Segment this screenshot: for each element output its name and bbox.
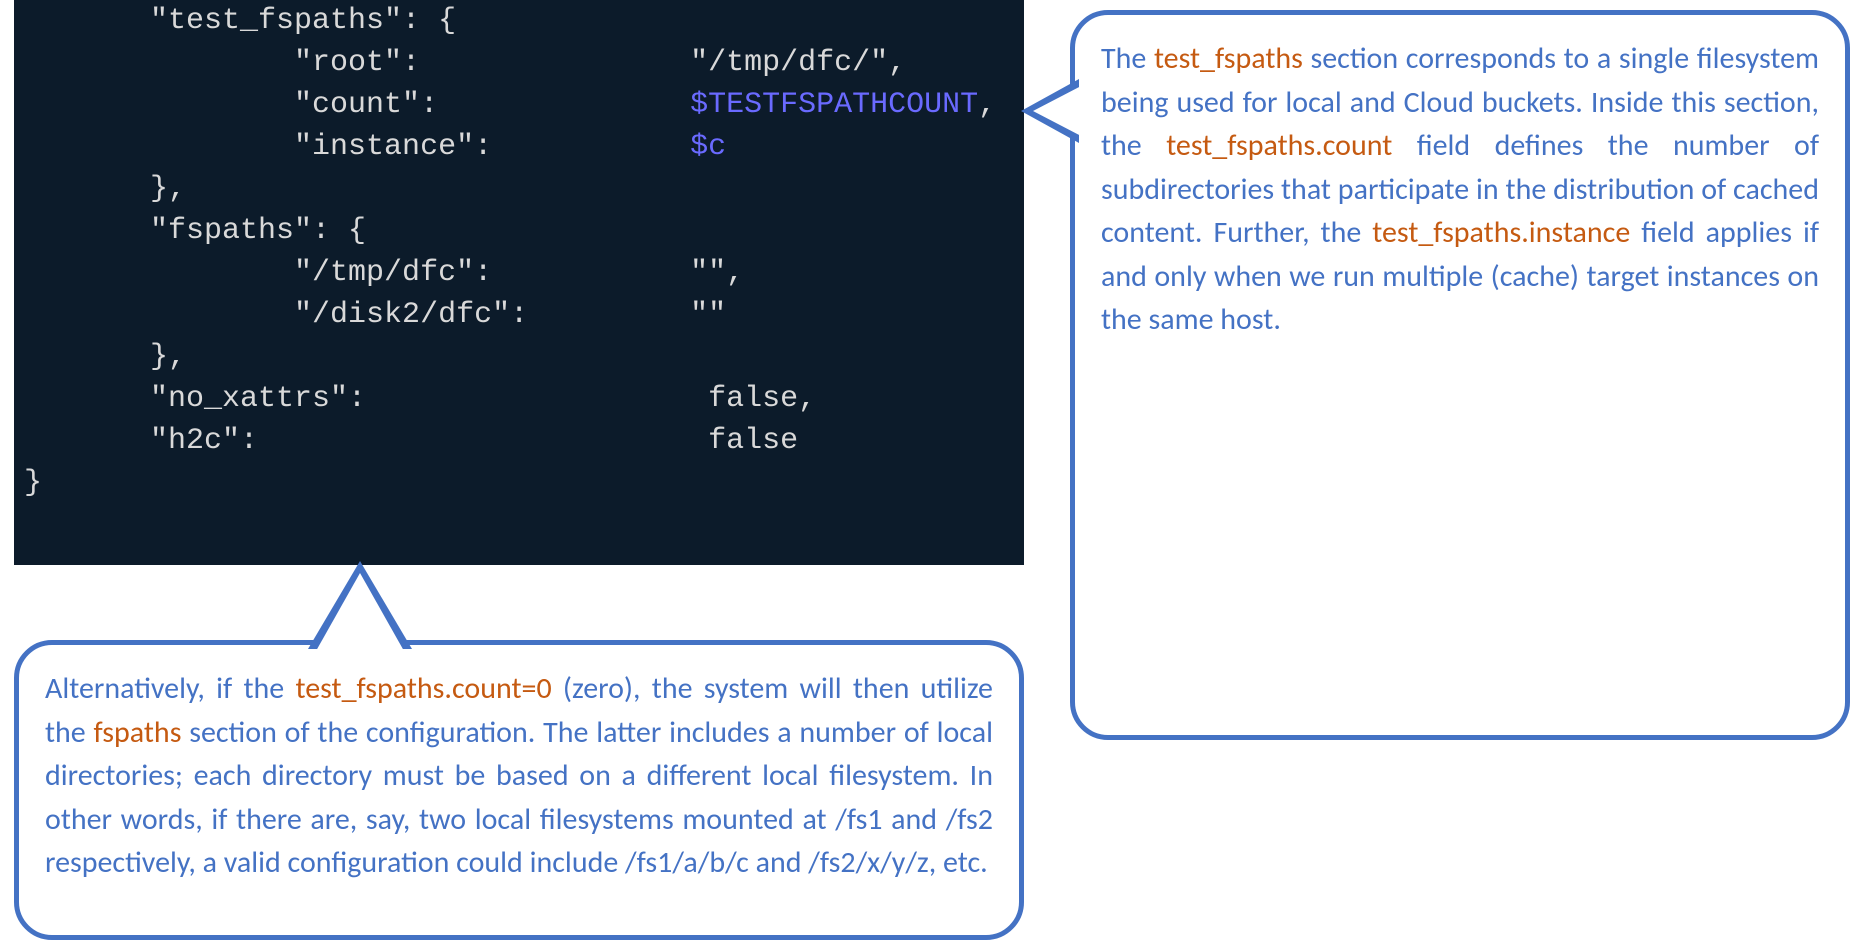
highlight-test-fspaths: test_fspaths bbox=[1154, 40, 1303, 77]
callout-text: The test_fspaths section corresponds to … bbox=[1101, 37, 1819, 342]
code-key-noxattrs: "no_xattrs": bbox=[24, 382, 366, 416]
highlight-test-fspaths-instance: test_fspaths.instance bbox=[1372, 214, 1630, 251]
highlight-fspaths: fspaths bbox=[94, 714, 182, 751]
callout-test-fspaths: The test_fspaths section corresponds to … bbox=[1070, 10, 1850, 740]
txt: The bbox=[1101, 40, 1154, 77]
code-var-c: $c bbox=[690, 130, 726, 164]
config-code-block: "test_fspaths": { "root": "/tmp/dfc/", "… bbox=[14, 0, 1024, 565]
code-key-instance: "instance": bbox=[24, 130, 492, 164]
code-key-count: "count": bbox=[24, 88, 438, 122]
code-line: } bbox=[24, 466, 42, 500]
code-line: }, bbox=[24, 172, 186, 206]
code-line: }, bbox=[24, 340, 186, 374]
txt: section of the configuration. The latter… bbox=[45, 714, 993, 882]
txt: Alternatively, if the bbox=[45, 670, 295, 707]
code-val-false2: false bbox=[708, 424, 798, 458]
highlight-count-zero: test_fspaths.count=0 bbox=[295, 670, 551, 707]
code-line: "fspaths": { bbox=[24, 214, 366, 248]
callout-fspaths: Alternatively, if the test_fspaths.count… bbox=[14, 640, 1024, 940]
highlight-test-fspaths-count: test_fspaths.count bbox=[1166, 127, 1392, 164]
code-val-false1: false, bbox=[708, 382, 816, 416]
code-key-disk2dfc: "/disk2/dfc": bbox=[24, 298, 528, 332]
code-key-tmpdfc: "/tmp/dfc": bbox=[24, 256, 492, 290]
code-val-root: "/tmp/dfc/", bbox=[690, 46, 906, 80]
code-var-testfspathcount: $TESTFSPATHCOUNT bbox=[690, 88, 978, 122]
code-val-empty2: "" bbox=[690, 298, 726, 332]
code-key-h2c: "h2c": bbox=[24, 424, 258, 458]
code-comma: , bbox=[978, 88, 996, 122]
code-line: "test_fspaths": { bbox=[24, 4, 456, 38]
code-key-root: "root": bbox=[24, 46, 420, 80]
document-canvas: "test_fspaths": { "root": "/tmp/dfc/", "… bbox=[0, 0, 1873, 949]
callout-text: Alternatively, if the test_fspaths.count… bbox=[45, 667, 993, 885]
code-val-empty1: "", bbox=[690, 256, 744, 290]
